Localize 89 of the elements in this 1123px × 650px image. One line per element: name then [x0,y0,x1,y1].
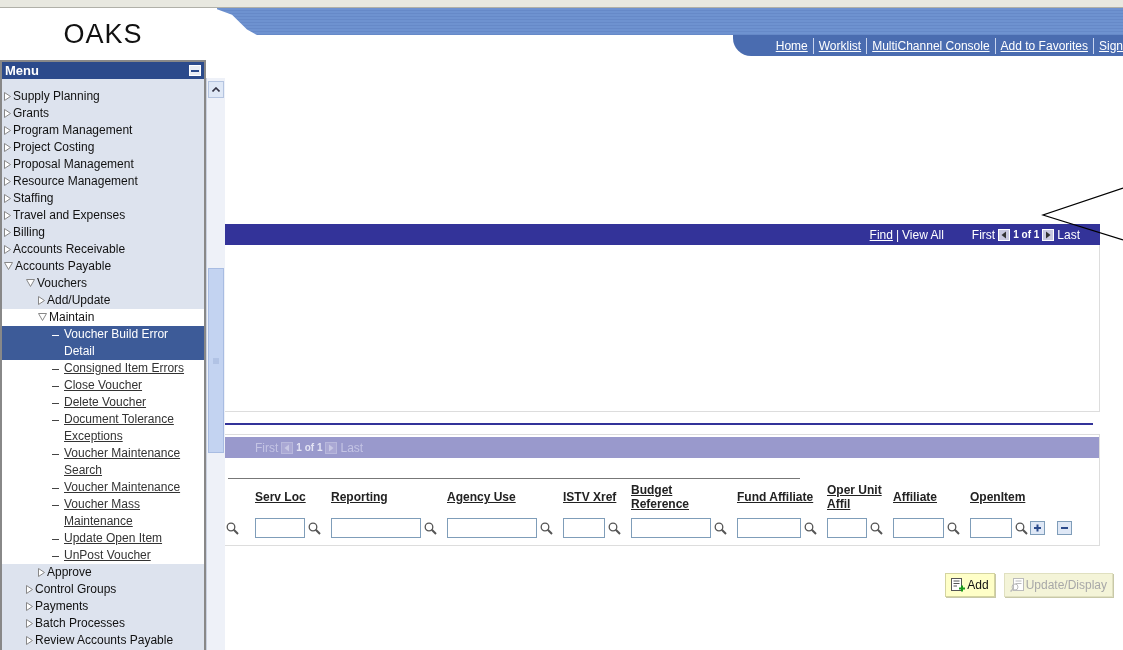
menu-item[interactable]: Grants [2,105,204,122]
collapse-icon[interactable] [189,65,201,76]
search-icon[interactable] [870,521,883,535]
column-header[interactable]: Oper Unit Affil [827,479,883,515]
menu-link[interactable]: UnPost Voucher [2,547,204,564]
triangle-down-icon [4,262,13,270]
add-button[interactable]: Add [945,573,995,597]
menu-item[interactable]: Travel and Expenses [2,207,204,224]
input-field[interactable] [331,518,421,538]
menu-item[interactable]: Review Accounts Payable [2,632,204,649]
menu-link[interactable]: Voucher Mass Maintenance [2,496,204,530]
search-icon[interactable] [608,521,621,535]
next-icon[interactable] [1042,228,1055,241]
column-header[interactable]: Serv Loc [255,479,325,515]
document-search-icon [1009,578,1024,592]
input-field[interactable] [737,518,801,538]
input-field[interactable] [447,518,537,538]
previous-icon [281,441,294,454]
find-link[interactable]: Find [869,227,893,242]
last-link[interactable]: Last [1057,227,1080,242]
input-field[interactable] [893,518,944,538]
next-icon [325,441,338,454]
column-header[interactable]: Fund Affiliate [737,479,823,515]
column-header[interactable]: Budget Reference [631,479,715,515]
search-icon[interactable] [226,521,239,535]
input-field[interactable] [255,518,305,538]
caret-up-icon [212,87,220,92]
input-field[interactable] [563,518,605,538]
column-header[interactable]: Agency Use [447,479,557,515]
menu-item[interactable]: Accounts Payable [2,258,204,275]
menu-item[interactable]: Billing [2,224,204,241]
input-field[interactable] [631,518,711,538]
first-link[interactable]: First [971,227,996,242]
menu-link[interactable]: Close Voucher [2,377,204,394]
menu-link[interactable]: Voucher Maintenance Search [2,445,204,479]
menu-link[interactable]: Voucher Maintenance [2,479,204,496]
nav-link[interactable]: Add to Favorites [995,37,1094,54]
delete-row-icon[interactable] [1057,521,1072,535]
column-header[interactable]: ISTV Xref [563,479,629,515]
menu-item[interactable]: Payments [2,598,204,615]
scrollbar[interactable] [206,78,225,650]
nav-link[interactable]: Home [770,37,814,54]
menu-item[interactable]: Maintain [2,309,204,326]
menu-item[interactable]: Approve [2,564,204,581]
menu-item[interactable]: Program Management [2,122,204,139]
menu-item[interactable]: Vouchers [2,275,204,292]
menu-link[interactable]: Voucher Build Error Detail [2,326,204,360]
document-add-icon [951,578,966,592]
search-icon[interactable] [804,521,817,535]
menu-item[interactable]: Supply Planning [2,88,204,105]
input-field[interactable] [970,518,1012,538]
menu-item[interactable]: Batch Processes [2,615,204,632]
separator: | [895,227,900,242]
page-count: 1 of 1 [296,442,323,453]
nav-link[interactable]: Worklist [813,37,868,54]
column-header[interactable]: Affiliate [893,479,967,515]
triangle-down-icon [38,313,47,321]
view-all-text: View All [902,227,944,242]
logo: OAKS [63,18,143,50]
menu-item[interactable]: Staffing [2,190,204,207]
input-field[interactable] [827,518,867,538]
triangle-right-icon [38,296,45,305]
previous-icon[interactable] [998,228,1011,241]
menu-item[interactable]: Accounts Receivable [2,241,204,258]
menu-link[interactable]: Delete Voucher [2,394,204,411]
nav-link[interactable]: MultiChannel Console [867,37,996,54]
column-header[interactable]: Reporting [331,479,441,515]
menu-link[interactable]: Update Open Item [2,530,204,547]
search-icon[interactable] [424,521,437,535]
menu-item[interactable]: Resource Management [2,173,204,190]
search-icon[interactable] [1015,521,1028,535]
search-icon[interactable] [540,521,553,535]
page-count: 1 of 1 [1013,229,1040,240]
menu-link[interactable]: Consigned Item Errors [2,360,204,377]
scrollbar-thumb[interactable] [208,268,224,453]
menu-item[interactable]: Project Costing [2,139,204,156]
menu-item[interactable]: Proposal Management [2,156,204,173]
column-header[interactable]: OpenItem [970,479,1028,515]
menu-item[interactable]: Add/Update [2,292,204,309]
menu-item[interactable]: Control Groups [2,581,204,598]
search-icon[interactable] [947,521,960,535]
triangle-down-icon [26,279,35,287]
nav-link[interactable]: Sign [1093,37,1123,54]
search-icon[interactable] [714,521,727,535]
menu-link[interactable]: Document Tolerance Exceptions [2,411,204,445]
scroll-up-button[interactable] [208,81,224,98]
search-icon[interactable] [308,521,321,535]
menu-title: Menu [5,63,39,78]
add-row-icon[interactable] [1030,521,1045,535]
